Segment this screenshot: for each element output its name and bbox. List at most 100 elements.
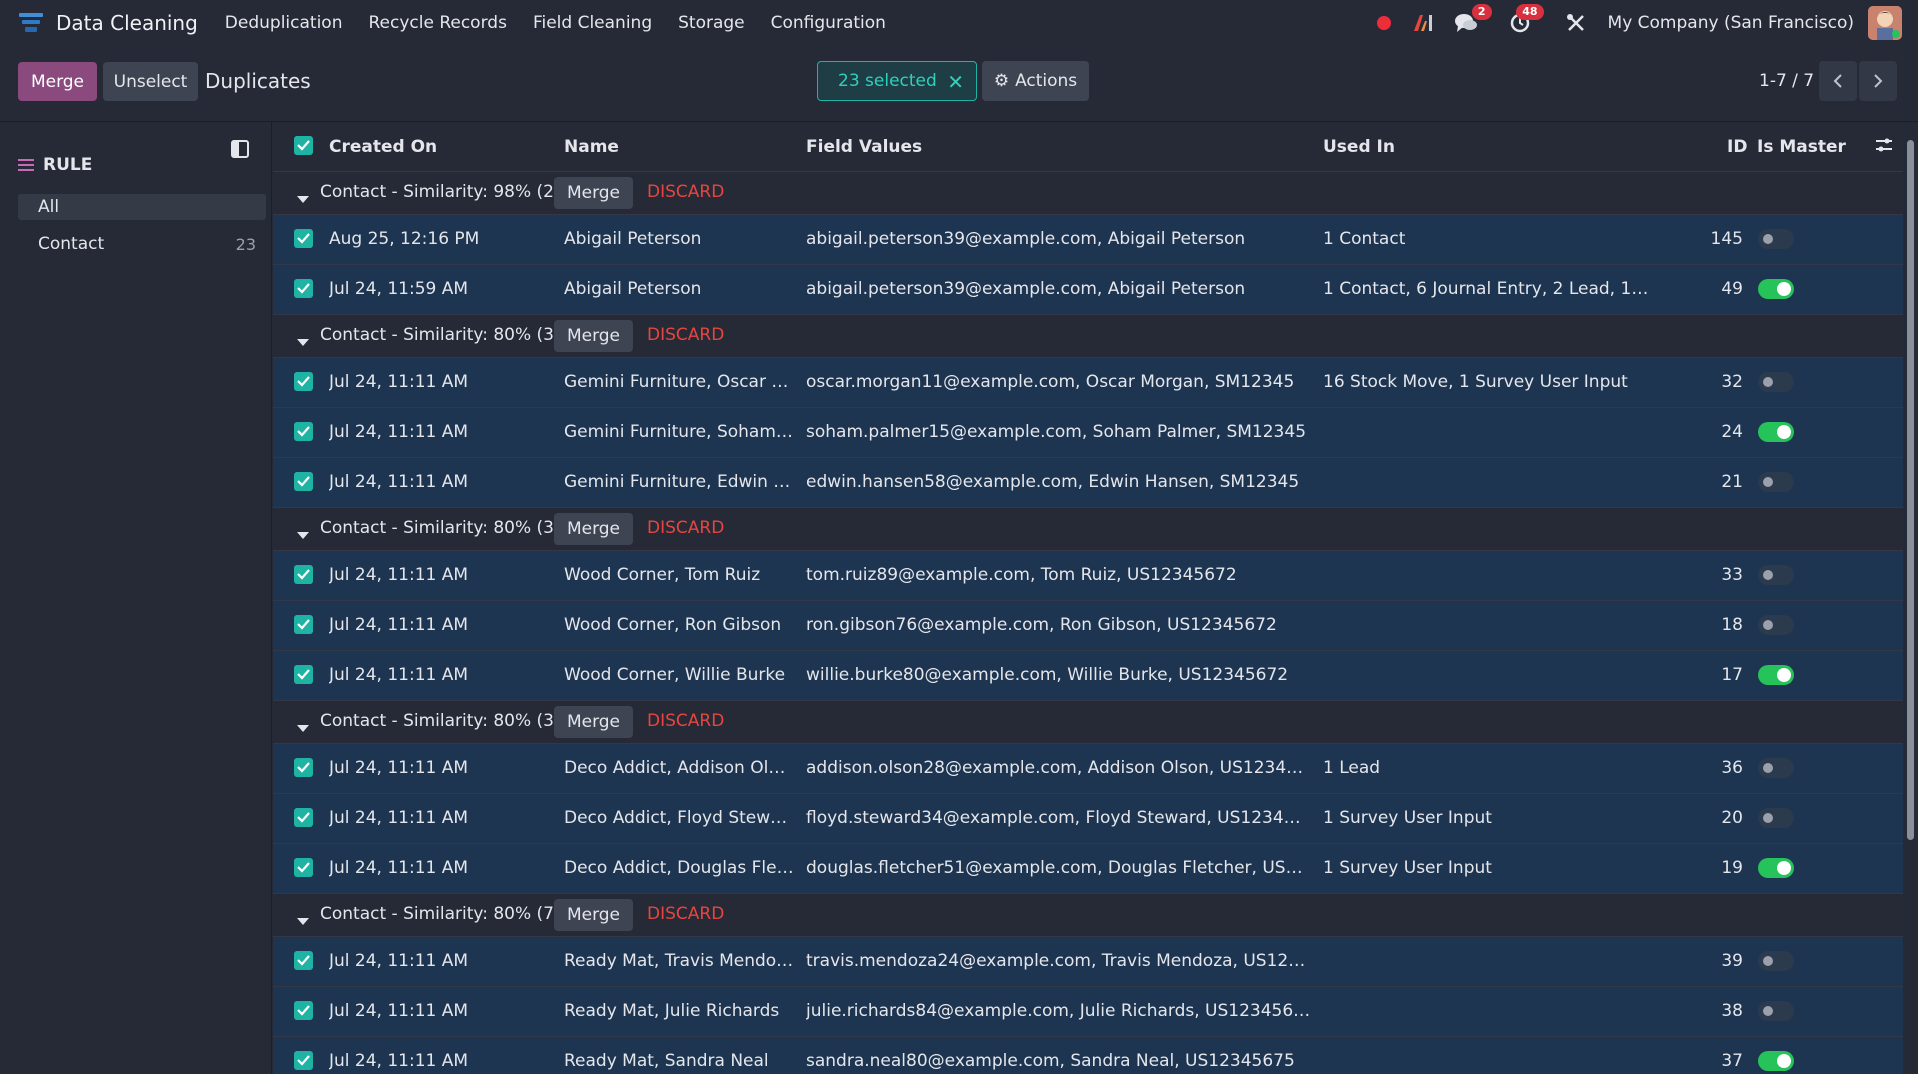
row-checkbox[interactable] — [294, 808, 313, 827]
table-row[interactable]: Jul 24, 11:11 AM Deco Addict, Addison Ols… — [273, 744, 1903, 794]
row-checkbox[interactable] — [294, 858, 313, 877]
group-merge-button[interactable]: Merge — [554, 706, 633, 738]
is-master-toggle[interactable] — [1758, 951, 1794, 971]
column-used-in[interactable]: Used In — [1323, 137, 1395, 157]
menu-storage[interactable]: Storage — [665, 13, 758, 33]
caret-down-icon[interactable] — [297, 718, 309, 738]
is-master-toggle[interactable] — [1758, 1051, 1794, 1071]
table-row[interactable]: Jul 24, 11:11 AM Deco Addict, Floyd Stewa… — [273, 794, 1903, 844]
caret-down-icon[interactable] — [297, 525, 309, 545]
row-checkbox[interactable] — [294, 1001, 313, 1020]
row-checkbox[interactable] — [294, 472, 313, 491]
cell-used-in[interactable]: 1 Contact — [1323, 229, 1653, 249]
group-discard-button[interactable]: DISCARD — [647, 711, 724, 731]
group-merge-button[interactable]: Merge — [554, 513, 633, 545]
group-row[interactable]: Contact - Similarity: 80% (3) Merge DISCAR… — [273, 315, 1903, 358]
row-checkbox[interactable] — [294, 665, 313, 684]
row-checkbox[interactable] — [294, 422, 313, 441]
vertical-scrollbar[interactable] — [1903, 122, 1918, 1074]
pager-next-button[interactable] — [1859, 61, 1897, 101]
table-row[interactable]: Jul 24, 11:11 AM Ready Mat, Julie Richard… — [273, 987, 1903, 1037]
is-master-toggle[interactable] — [1758, 758, 1794, 778]
user-avatar[interactable] — [1868, 5, 1902, 40]
caret-down-icon[interactable] — [297, 332, 309, 352]
cell-used-in[interactable]: 1 Lead — [1323, 758, 1653, 778]
table-row[interactable]: Jul 24, 11:59 AM Abigail Peterson abigail.… — [273, 265, 1903, 315]
is-master-toggle[interactable] — [1758, 1001, 1794, 1021]
table-row[interactable]: Jul 24, 11:11 AM Wood Corner, Willie Burk… — [273, 651, 1903, 701]
collapse-panel-icon[interactable] — [231, 140, 249, 163]
caret-down-icon[interactable] — [297, 911, 309, 931]
column-id[interactable]: ID — [1727, 137, 1747, 157]
scrollbar-thumb[interactable] — [1907, 140, 1914, 840]
column-name[interactable]: Name — [564, 137, 619, 157]
group-merge-button[interactable]: Merge — [554, 177, 633, 209]
is-master-toggle[interactable] — [1758, 665, 1794, 685]
group-discard-button[interactable]: DISCARD — [647, 904, 724, 924]
tools-icon[interactable] — [1566, 13, 1586, 33]
is-master-toggle[interactable] — [1758, 565, 1794, 585]
table-row[interactable]: Jul 24, 11:11 AM Gemini Furniture, Soham … — [273, 408, 1903, 458]
is-master-toggle[interactable] — [1758, 229, 1794, 249]
optional-columns-icon[interactable] — [1875, 137, 1893, 158]
menu-field-cleaning[interactable]: Field Cleaning — [520, 13, 665, 33]
table-row[interactable]: Aug 25, 12:16 PM Abigail Peterson abigail.… — [273, 215, 1903, 265]
menu-deduplication[interactable]: Deduplication — [212, 13, 356, 33]
menu-recycle-records[interactable]: Recycle Records — [355, 13, 519, 33]
app-logo-icon[interactable] — [18, 10, 44, 36]
unselect-button[interactable]: Unselect — [103, 62, 198, 101]
is-master-toggle[interactable] — [1758, 422, 1794, 442]
table-row[interactable]: Jul 24, 11:11 AM Ready Mat, Travis Mendoz… — [273, 937, 1903, 987]
sidebar-item-contact[interactable]: Contact 23 — [18, 231, 266, 257]
cell-used-in[interactable]: 1 Survey User Input — [1323, 858, 1653, 878]
is-master-toggle[interactable] — [1758, 858, 1794, 878]
is-master-toggle[interactable] — [1758, 279, 1794, 299]
row-checkbox[interactable] — [294, 758, 313, 777]
cell-used-in[interactable]: 1 Contact, 6 Journal Entry, 2 Lead, 1 E.… — [1323, 279, 1653, 299]
table-row[interactable]: Jul 24, 11:11 AM Deco Addict, Douglas Fle… — [273, 844, 1903, 894]
group-row[interactable]: Contact - Similarity: 80% (3) Merge DISCAR… — [273, 701, 1903, 744]
row-checkbox[interactable] — [294, 372, 313, 391]
is-master-toggle[interactable] — [1758, 808, 1794, 828]
pager-previous-button[interactable] — [1819, 61, 1857, 101]
table-row[interactable]: Jul 24, 11:11 AM Wood Corner, Tom Ruiz tom… — [273, 551, 1903, 601]
app-title[interactable]: Data Cleaning — [56, 11, 198, 35]
row-checkbox[interactable] — [294, 951, 313, 970]
column-is-master[interactable]: Is Master — [1757, 137, 1846, 157]
is-master-toggle[interactable] — [1758, 472, 1794, 492]
cell-used-in[interactable]: 16 Stock Move, 1 Survey User Input — [1323, 372, 1653, 392]
company-switcher[interactable]: My Company (San Francisco) — [1608, 13, 1854, 33]
actions-button[interactable]: ⚙ Actions — [982, 61, 1089, 101]
row-checkbox[interactable] — [294, 565, 313, 584]
column-created-on[interactable]: Created On — [329, 137, 437, 157]
row-checkbox[interactable] — [294, 279, 313, 298]
activity-clock-icon[interactable]: 48 — [1510, 3, 1544, 33]
sidebar-item-all[interactable]: All — [18, 194, 266, 220]
row-checkbox[interactable] — [294, 1051, 313, 1070]
is-master-toggle[interactable] — [1758, 615, 1794, 635]
group-row[interactable]: Contact - Similarity: 98% (2) Merge DISCAR… — [273, 172, 1903, 215]
column-field-values[interactable]: Field Values — [806, 137, 922, 157]
table-row[interactable]: Jul 24, 11:11 AM Gemini Furniture, Oscar … — [273, 358, 1903, 408]
pager-value[interactable]: 1-7 / 7 — [1759, 71, 1814, 91]
select-all-checkbox[interactable] — [294, 136, 313, 155]
caret-down-icon[interactable] — [297, 189, 309, 209]
cell-used-in[interactable]: 1 Survey User Input — [1323, 808, 1653, 828]
group-discard-button[interactable]: DISCARD — [647, 325, 724, 345]
merge-button[interactable]: Merge — [18, 62, 97, 101]
ai-icon[interactable] — [1412, 13, 1434, 33]
group-merge-button[interactable]: Merge — [554, 320, 633, 352]
is-master-toggle[interactable] — [1758, 372, 1794, 392]
row-checkbox[interactable] — [294, 229, 313, 248]
table-row[interactable]: Jul 24, 11:11 AM Wood Corner, Ron Gibson r… — [273, 601, 1903, 651]
table-row[interactable]: Jul 24, 11:11 AM Ready Mat, Sandra Neal sa… — [273, 1037, 1903, 1074]
chat-icon[interactable]: 2 — [1454, 3, 1492, 33]
group-row[interactable]: Contact - Similarity: 80% (3) Merge DISCAR… — [273, 508, 1903, 551]
group-discard-button[interactable]: DISCARD — [647, 182, 724, 202]
table-row[interactable]: Jul 24, 11:11 AM Gemini Furniture, Edwin … — [273, 458, 1903, 508]
clear-selection-icon[interactable]: ✕ — [947, 70, 964, 94]
group-merge-button[interactable]: Merge — [554, 899, 633, 931]
menu-configuration[interactable]: Configuration — [758, 13, 899, 33]
group-discard-button[interactable]: DISCARD — [647, 518, 724, 538]
group-row[interactable]: Contact - Similarity: 80% (7) Merge DISCAR… — [273, 894, 1903, 937]
